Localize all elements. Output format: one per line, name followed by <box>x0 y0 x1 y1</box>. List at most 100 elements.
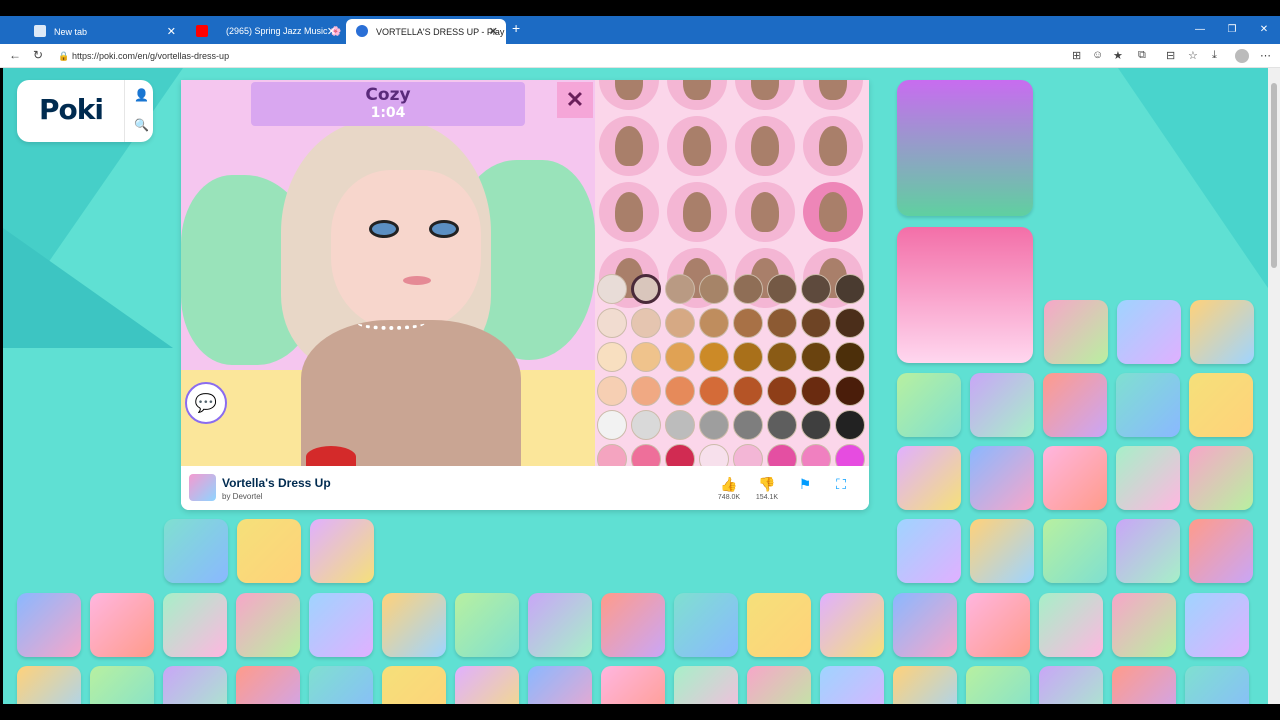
color-swatch[interactable] <box>767 274 797 304</box>
hairstyle-option[interactable] <box>599 116 659 176</box>
color-swatch[interactable] <box>835 376 865 406</box>
hairstyle-option[interactable] <box>667 116 727 176</box>
reading-mode-icon[interactable]: ☺ <box>1092 49 1103 61</box>
game-tile[interactable] <box>382 593 446 657</box>
game-tile[interactable] <box>1112 666 1176 704</box>
color-swatch[interactable] <box>835 342 865 372</box>
game-tile[interactable] <box>1189 373 1253 437</box>
color-swatch[interactable] <box>733 274 763 304</box>
game-tile[interactable] <box>1189 446 1253 510</box>
game-tile[interactable] <box>1185 593 1249 657</box>
game-canvas-scene[interactable]: Cozy 1:04 ✕ 💬 <box>181 80 595 466</box>
game-tile[interactable] <box>455 666 519 704</box>
game-tile[interactable] <box>236 593 300 657</box>
game-tile[interactable] <box>237 519 301 583</box>
game-tile[interactable] <box>897 446 961 510</box>
color-swatch[interactable] <box>801 410 831 440</box>
profile-avatar[interactable] <box>1235 49 1249 63</box>
game-tile[interactable] <box>747 593 811 657</box>
hairstyle-option[interactable] <box>803 116 863 176</box>
reload-icon[interactable]: ↻ <box>33 48 43 62</box>
color-swatch[interactable] <box>767 308 797 338</box>
color-swatch[interactable] <box>597 308 627 338</box>
color-swatch[interactable] <box>631 308 661 338</box>
game-tile[interactable] <box>820 593 884 657</box>
color-swatch[interactable] <box>699 376 729 406</box>
game-tile[interactable] <box>820 666 884 704</box>
new-tab-button[interactable]: + <box>512 20 520 36</box>
poki-logo[interactable]: Poki <box>39 93 104 126</box>
extensions-icon[interactable]: ⧉ <box>1138 49 1146 62</box>
color-swatch[interactable] <box>733 308 763 338</box>
scrollbar-thumb[interactable] <box>1271 83 1277 268</box>
game-tile[interactable] <box>163 666 227 704</box>
color-swatch[interactable] <box>699 444 729 466</box>
game-tile[interactable] <box>310 519 374 583</box>
color-swatch[interactable] <box>665 274 695 304</box>
game-tile[interactable] <box>1044 300 1108 364</box>
color-swatch[interactable] <box>631 444 661 466</box>
color-swatch[interactable] <box>767 376 797 406</box>
color-swatch[interactable] <box>597 410 627 440</box>
color-swatch[interactable] <box>631 410 661 440</box>
more-menu-icon[interactable]: ⋯ <box>1260 49 1271 62</box>
game-tile[interactable] <box>1043 373 1107 437</box>
game-tile[interactable] <box>966 593 1030 657</box>
game-tile[interactable] <box>17 593 81 657</box>
game-tile[interactable] <box>164 519 228 583</box>
color-swatch[interactable] <box>801 274 831 304</box>
hairstyle-option[interactable] <box>735 116 795 176</box>
dislike-button[interactable]: 👎 154.1K <box>747 476 787 501</box>
chat-icon[interactable]: 💬 <box>185 382 227 424</box>
color-swatch[interactable] <box>699 308 729 338</box>
color-swatch[interactable] <box>801 376 831 406</box>
color-swatch[interactable] <box>665 444 695 466</box>
hairstyle-option[interactable] <box>735 80 795 110</box>
minimize-icon[interactable]: — <box>1184 16 1216 44</box>
color-swatch[interactable] <box>699 410 729 440</box>
game-tile[interactable] <box>1116 373 1180 437</box>
game-tile[interactable] <box>1112 593 1176 657</box>
color-swatch[interactable] <box>597 444 627 466</box>
close-window-icon[interactable]: ✕ <box>1248 16 1280 44</box>
game-tile[interactable] <box>897 373 961 437</box>
color-swatch[interactable] <box>665 342 695 372</box>
game-tile[interactable] <box>90 593 154 657</box>
color-swatch[interactable] <box>699 274 729 304</box>
color-swatch[interactable] <box>835 308 865 338</box>
game-tile[interactable] <box>1043 519 1107 583</box>
tab-new-tab[interactable]: New tab ✕ <box>24 19 184 44</box>
game-tile[interactable] <box>1043 446 1107 510</box>
color-swatch[interactable] <box>767 444 797 466</box>
fullscreen-button[interactable]: ⛶ <box>821 476 861 493</box>
hairstyle-option[interactable] <box>667 80 727 110</box>
split-screen-icon[interactable]: ⊟ <box>1166 49 1175 62</box>
hairstyle-option[interactable] <box>735 182 795 242</box>
color-swatch[interactable] <box>665 376 695 406</box>
game-tile[interactable] <box>601 593 665 657</box>
tab-close-icon[interactable]: ✕ <box>489 25 498 38</box>
page-scrollbar[interactable] <box>1268 68 1280 704</box>
game-tile[interactable] <box>897 519 961 583</box>
hairstyle-option[interactable] <box>803 80 863 110</box>
game-tile[interactable] <box>893 593 957 657</box>
report-button[interactable]: ⚑ <box>785 476 825 493</box>
color-swatch[interactable] <box>597 342 627 372</box>
game-tile[interactable] <box>970 373 1034 437</box>
game-tile[interactable] <box>17 666 81 704</box>
game-tile[interactable] <box>455 593 519 657</box>
maximize-icon[interactable]: ❐ <box>1216 16 1248 44</box>
game-tile[interactable] <box>970 519 1034 583</box>
color-swatch[interactable] <box>835 410 865 440</box>
downloads-icon[interactable]: ⤓ <box>1212 49 1217 62</box>
hairstyle-option[interactable] <box>599 182 659 242</box>
game-tile-featured[interactable] <box>897 80 1033 216</box>
game-tile[interactable] <box>1189 519 1253 583</box>
user-icon[interactable]: 👤 <box>134 88 149 102</box>
game-tile[interactable] <box>382 666 446 704</box>
game-tile[interactable] <box>1185 666 1249 704</box>
like-button[interactable]: 👍 748.0K <box>709 476 749 501</box>
color-swatch[interactable] <box>597 376 627 406</box>
game-tile[interactable] <box>1039 666 1103 704</box>
color-swatch[interactable] <box>835 274 865 304</box>
